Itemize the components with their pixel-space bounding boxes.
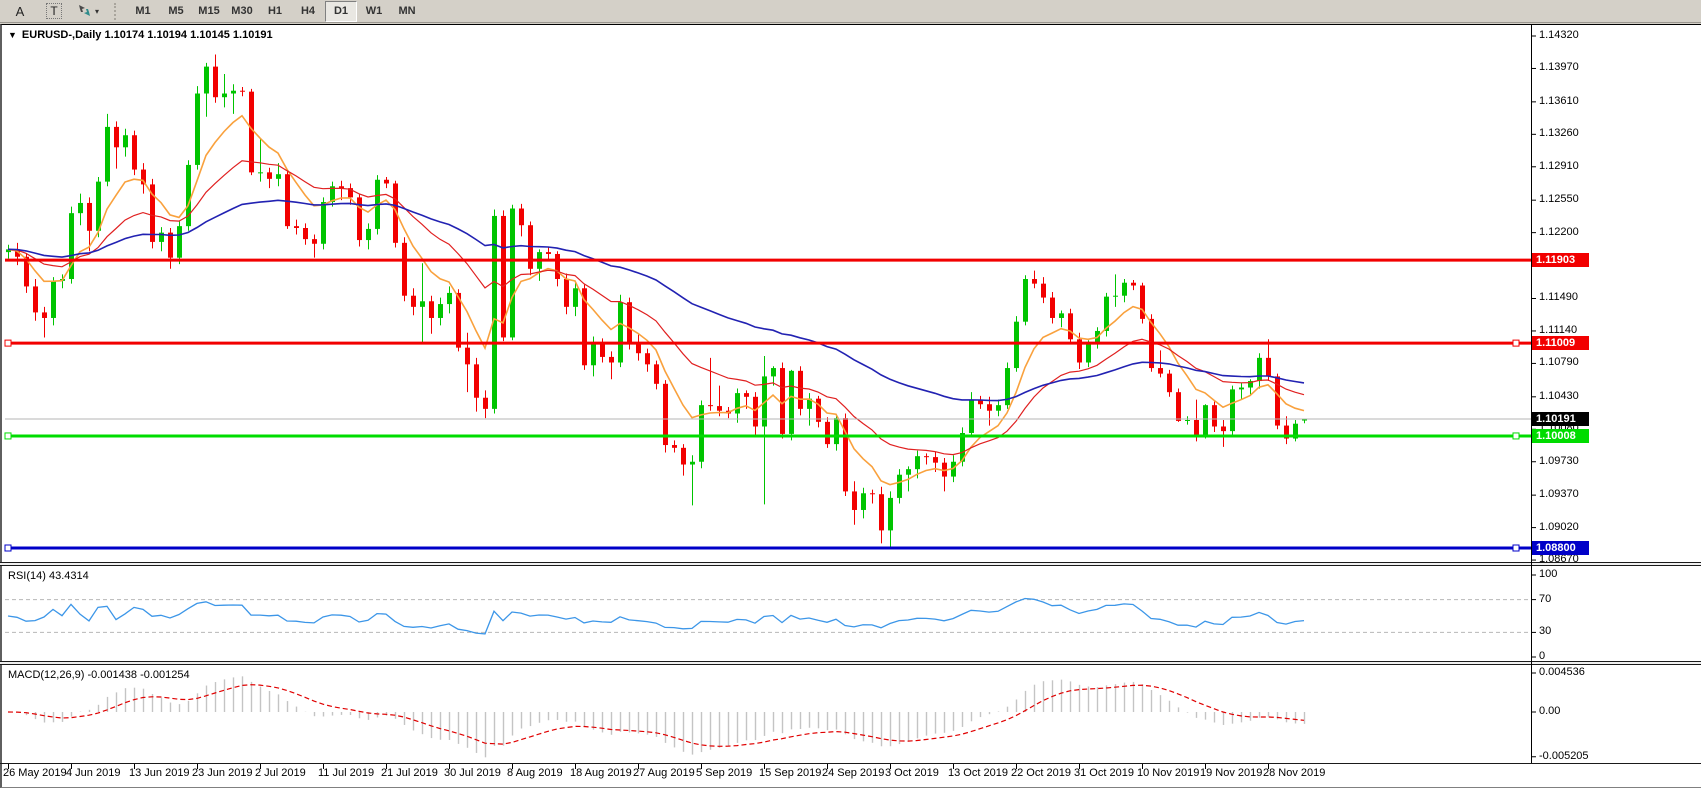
level-price-label: 1.08800 [1532,541,1589,555]
date-axis-label: 2 Jul 2019 [255,767,306,779]
current-price-label: 1.10191 [1532,412,1589,426]
macd-axis-tick: 0.00 [1539,705,1560,717]
level-price-label: 1.10008 [1532,429,1589,443]
price-axis-tick: 1.13610 [1539,95,1579,107]
tf-button-m30[interactable]: M30 [226,1,258,22]
price-axis-tick: 1.13970 [1539,61,1579,73]
date-axis-label: 10 Nov 2019 [1137,767,1199,779]
price-axis-tick: 1.12910 [1539,160,1579,172]
date-axis-label: 3 Oct 2019 [885,767,939,779]
tf-button-h4[interactable]: H4 [292,1,324,22]
text-tool-icon: T [46,3,61,19]
price-axis-tick: 1.12550 [1539,193,1579,205]
tf-button-d1[interactable]: D1 [325,1,357,22]
macd-axis-tick: 0.004536 [1539,666,1585,678]
date-axis-label: 15 Sep 2019 [759,767,821,779]
tf-button-w1[interactable]: W1 [358,1,390,22]
date-axis-label: 26 May 2019 [3,767,67,779]
mt4-window: A T ▾ M1 M5 M15 M30 H1 H4 D1 W1 MN [0,0,1701,788]
date-axis-label: 21 Jul 2019 [381,767,438,779]
price-axis-tick: 1.14320 [1539,29,1579,41]
price-axis-tick: 1.12200 [1539,226,1579,238]
rsi-axis-tick: 0 [1539,650,1545,662]
date-axis-label: 13 Jun 2019 [129,767,190,779]
rsi-indicator-label: RSI(14) 43.4314 [8,570,89,582]
date-axis-label: 22 Oct 2019 [1011,767,1071,779]
chart-window[interactable] [0,24,1701,788]
date-axis-label: 23 Jun 2019 [192,767,253,779]
macd-indicator-label: MACD(12,26,9) -0.001438 -0.001254 [8,669,190,681]
chevron-down-icon: ▾ [95,7,99,16]
date-axis-label: 18 Aug 2019 [570,767,632,779]
pane-separator-macd[interactable] [0,661,1701,665]
arrow-text-tool-button[interactable]: A [4,1,36,22]
date-axis-label: 24 Sep 2019 [822,767,884,779]
price-axis-tick: 1.11140 [1539,324,1577,336]
date-axis-label: 28 Nov 2019 [1263,767,1325,779]
price-axis-tick: 1.11490 [1539,291,1578,303]
chart-title[interactable]: ▼ EURUSD-,Daily 1.10174 1.10194 1.10145 1… [8,29,273,41]
date-axis-label: 8 Aug 2019 [507,767,563,779]
date-axis-label: 27 Aug 2019 [633,767,695,779]
macd-axis-tick: -0.005205 [1539,750,1589,762]
rsi-axis-tick: 70 [1539,593,1551,605]
cursor-arrows-icon [77,4,93,18]
level-price-label: 1.11009 [1532,336,1589,350]
cursor-objects-dropdown-button[interactable]: ▾ [72,1,104,22]
date-axis-label: 4 Jun 2019 [66,767,120,779]
toolbar: A T ▾ M1 M5 M15 M30 H1 H4 D1 W1 MN [0,0,1701,23]
date-axis-label: 5 Sep 2019 [696,767,752,779]
price-axis-tick: 1.10430 [1539,390,1579,402]
price-axis-tick: 1.09370 [1539,488,1579,500]
tf-button-m1[interactable]: M1 [127,1,159,22]
pane-separator-timeaxis [0,763,1701,764]
ohlc-values: 1.10174 1.10194 1.10145 1.10191 [104,29,272,41]
tf-button-m15[interactable]: M15 [193,1,225,22]
tf-button-h1[interactable]: H1 [259,1,291,22]
rsi-axis-tick: 100 [1539,568,1557,580]
price-axis-tick: 1.10790 [1539,356,1579,368]
tf-button-mn[interactable]: MN [391,1,423,22]
tf-button-m5[interactable]: M5 [160,1,192,22]
timeframe-group: M1 M5 M15 M30 H1 H4 D1 W1 MN [127,1,423,22]
toolbar-separator [114,3,119,20]
text-label-tool-button[interactable]: T [38,1,70,22]
symbol-title: EURUSD-,Daily [22,29,101,41]
price-axis-tick: 1.13260 [1539,127,1579,139]
price-axis-tick: 1.09730 [1539,455,1579,467]
price-axis-tick: 1.09020 [1539,521,1579,533]
date-axis-label: 13 Oct 2019 [948,767,1008,779]
rsi-axis-tick: 30 [1539,625,1551,637]
date-axis-label: 11 Jul 2019 [318,767,374,779]
date-axis-label: 19 Nov 2019 [1200,767,1262,779]
date-axis-label: 31 Oct 2019 [1074,767,1134,779]
level-price-label: 1.11903 [1532,253,1589,267]
pane-separator-rsi[interactable] [0,562,1701,566]
symbol-dropdown-icon[interactable]: ▼ [8,30,17,40]
date-axis-label: 30 Jul 2019 [444,767,501,779]
